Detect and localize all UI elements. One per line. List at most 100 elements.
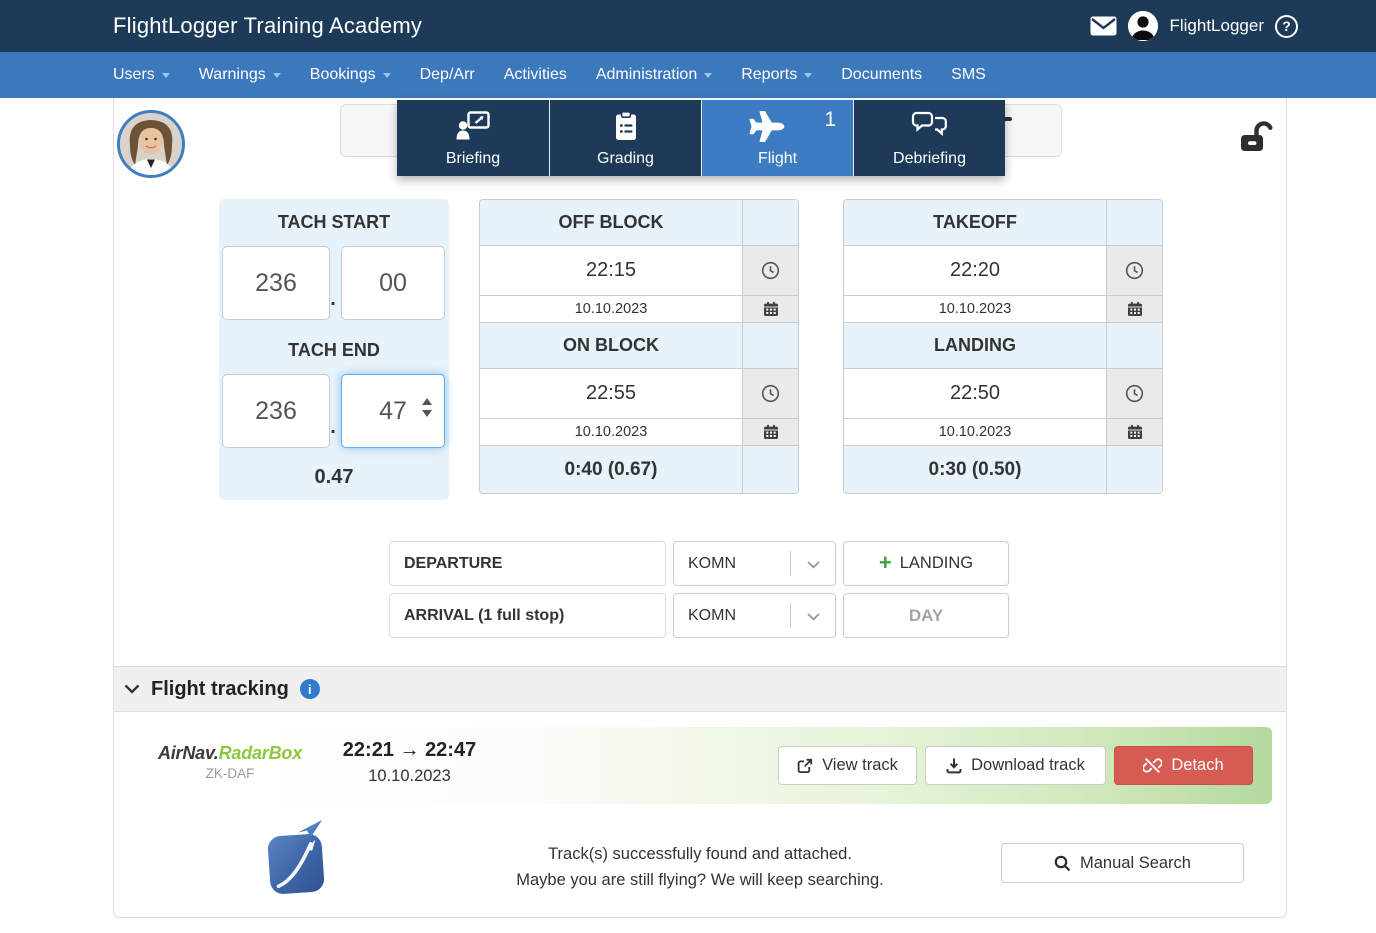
block-total: 0:40 (0.67) — [480, 446, 742, 493]
block-times-table: OFF BLOCK 22:15 10.10.2023 ON BLOCK 22:5… — [479, 199, 799, 494]
caret-down-icon — [162, 73, 170, 78]
calendar-icon[interactable] — [1106, 419, 1162, 445]
search-icon — [1054, 855, 1071, 872]
arrival-airport-select[interactable]: KOMN — [673, 593, 836, 638]
divider — [790, 551, 791, 576]
download-track-button[interactable]: Download track — [925, 746, 1106, 785]
paper-plane-icon — [298, 820, 322, 837]
off-block-date-input[interactable]: 10.10.2023 — [480, 296, 742, 322]
tach-total: 0.47 — [219, 455, 449, 500]
takeoff-label: TAKEOFF — [844, 200, 1106, 245]
spinner-down-icon[interactable] — [422, 410, 432, 417]
on-block-time-input[interactable]: 22:55 — [480, 369, 742, 418]
unlink-icon — [1143, 756, 1162, 775]
tab-label: Flight — [758, 150, 797, 168]
calendar-icon[interactable] — [742, 419, 798, 445]
tach-start-frac-input[interactable] — [341, 246, 445, 320]
tach-end-label: TACH END — [219, 327, 449, 373]
radarbox-app-icon — [267, 833, 325, 895]
tab-grading[interactable]: Grading — [549, 100, 701, 176]
tach-start-whole-input[interactable] — [222, 246, 330, 320]
track-times: 22:21 → 22:47 10.10.2023 — [322, 739, 497, 786]
detach-button[interactable]: Detach — [1114, 746, 1253, 785]
lesson-tabs: Briefing Grading 1 Flight Deb — [397, 100, 1005, 176]
caret-down-icon — [273, 73, 281, 78]
clock-icon[interactable] — [742, 369, 798, 418]
account-name[interactable]: FlightLogger — [1169, 16, 1264, 36]
grading-icon — [550, 111, 701, 141]
student-avatar[interactable] — [117, 110, 185, 178]
view-track-button[interactable]: View track — [778, 746, 917, 785]
main-nav: Users Warnings Bookings Dep/Arr Activiti… — [0, 52, 1376, 98]
nav-item-administration[interactable]: Administration — [596, 66, 712, 84]
tab-label: Briefing — [446, 150, 500, 168]
tach-end-whole-input[interactable] — [222, 374, 330, 448]
radarbox-logo — [269, 820, 333, 894]
calendar-icon[interactable] — [742, 296, 798, 322]
off-block-label: OFF BLOCK — [480, 200, 742, 245]
tab-flight[interactable]: 1 Flight — [701, 100, 853, 176]
info-icon[interactable]: i — [300, 679, 320, 699]
decimal-separator: . — [326, 416, 340, 439]
tracking-status-message: Track(s) successfully found and attached… — [400, 841, 1000, 893]
nav-item-dep-arr[interactable]: Dep/Arr — [420, 66, 475, 84]
view-track-label: View track — [822, 756, 898, 775]
tach-start-label: TACH START — [219, 199, 449, 245]
arrival-label: ARRIVAL (1 full stop) — [389, 593, 666, 638]
briefing-icon — [397, 111, 549, 140]
arrow-right-icon: → — [400, 739, 420, 761]
chevron-down-icon[interactable] — [124, 684, 140, 694]
nav-item-sms[interactable]: SMS — [951, 66, 986, 84]
debriefing-icon — [854, 111, 1005, 139]
user-avatar-icon[interactable] — [1128, 11, 1158, 41]
flight-tracking-section-header[interactable]: Flight tracking i — [114, 666, 1286, 712]
unlock-icon[interactable] — [1238, 120, 1274, 154]
flight-count-badge: 1 — [824, 108, 836, 132]
tab-label: Debriefing — [893, 150, 966, 168]
takeoff-date-input[interactable]: 10.10.2023 — [844, 296, 1106, 322]
add-landing-label: LANDING — [900, 554, 973, 573]
tab-debriefing[interactable]: Debriefing — [853, 100, 1005, 176]
page-title: FlightLogger Training Academy — [113, 13, 422, 39]
clock-icon[interactable] — [1106, 246, 1162, 295]
day-button[interactable]: DAY — [843, 593, 1009, 638]
flight-total: 0:30 (0.50) — [844, 446, 1106, 493]
caret-down-icon — [804, 73, 812, 78]
divider — [790, 603, 791, 628]
external-link-icon — [797, 758, 813, 774]
on-block-label: ON BLOCK — [480, 323, 742, 368]
aircraft-registration: ZK-DAF — [150, 766, 310, 781]
messages-icon[interactable] — [1090, 16, 1117, 36]
app-header: FlightLogger Training Academy FlightLogg… — [0, 0, 1376, 52]
nav-item-reports[interactable]: Reports — [741, 66, 812, 84]
manual-search-label: Manual Search — [1080, 854, 1191, 873]
nav-item-bookings[interactable]: Bookings — [310, 66, 391, 84]
clock-icon[interactable] — [1106, 369, 1162, 418]
help-icon[interactable]: ? — [1275, 15, 1298, 38]
nav-item-documents[interactable]: Documents — [841, 66, 922, 84]
flight-times-table: TAKEOFF 22:20 10.10.2023 LANDING 22:50 1… — [843, 199, 1163, 494]
landing-time-input[interactable]: 22:50 — [844, 369, 1106, 418]
track-end-time: 22:47 — [425, 739, 476, 761]
calendar-icon[interactable] — [1106, 296, 1162, 322]
clock-icon[interactable] — [742, 246, 798, 295]
manual-search-button[interactable]: Manual Search — [1001, 843, 1244, 883]
decimal-separator: . — [326, 288, 340, 311]
status-line-1: Track(s) successfully found and attached… — [400, 841, 1000, 867]
spinner-up-icon[interactable] — [422, 398, 432, 405]
add-landing-button[interactable]: + LANDING — [843, 541, 1009, 586]
nav-item-users[interactable]: Users — [113, 66, 170, 84]
off-block-time-input[interactable]: 22:15 — [480, 246, 742, 295]
day-label: DAY — [909, 606, 943, 626]
download-track-label: Download track — [971, 756, 1085, 775]
on-block-date-input[interactable]: 10.10.2023 — [480, 419, 742, 445]
nav-item-warnings[interactable]: Warnings — [199, 66, 281, 84]
attached-track-row: AirNav.RadarBox ZK-DAF 22:21 → 22:47 10.… — [126, 727, 1272, 804]
provider-name-radarbox: RadarBox — [219, 743, 302, 763]
takeoff-time-input[interactable]: 22:20 — [844, 246, 1106, 295]
departure-airport-select[interactable]: KOMN — [673, 541, 836, 586]
tab-briefing[interactable]: Briefing — [397, 100, 549, 176]
landing-date-input[interactable]: 10.10.2023 — [844, 419, 1106, 445]
number-spinner[interactable] — [422, 398, 432, 417]
nav-item-activities[interactable]: Activities — [504, 66, 567, 84]
